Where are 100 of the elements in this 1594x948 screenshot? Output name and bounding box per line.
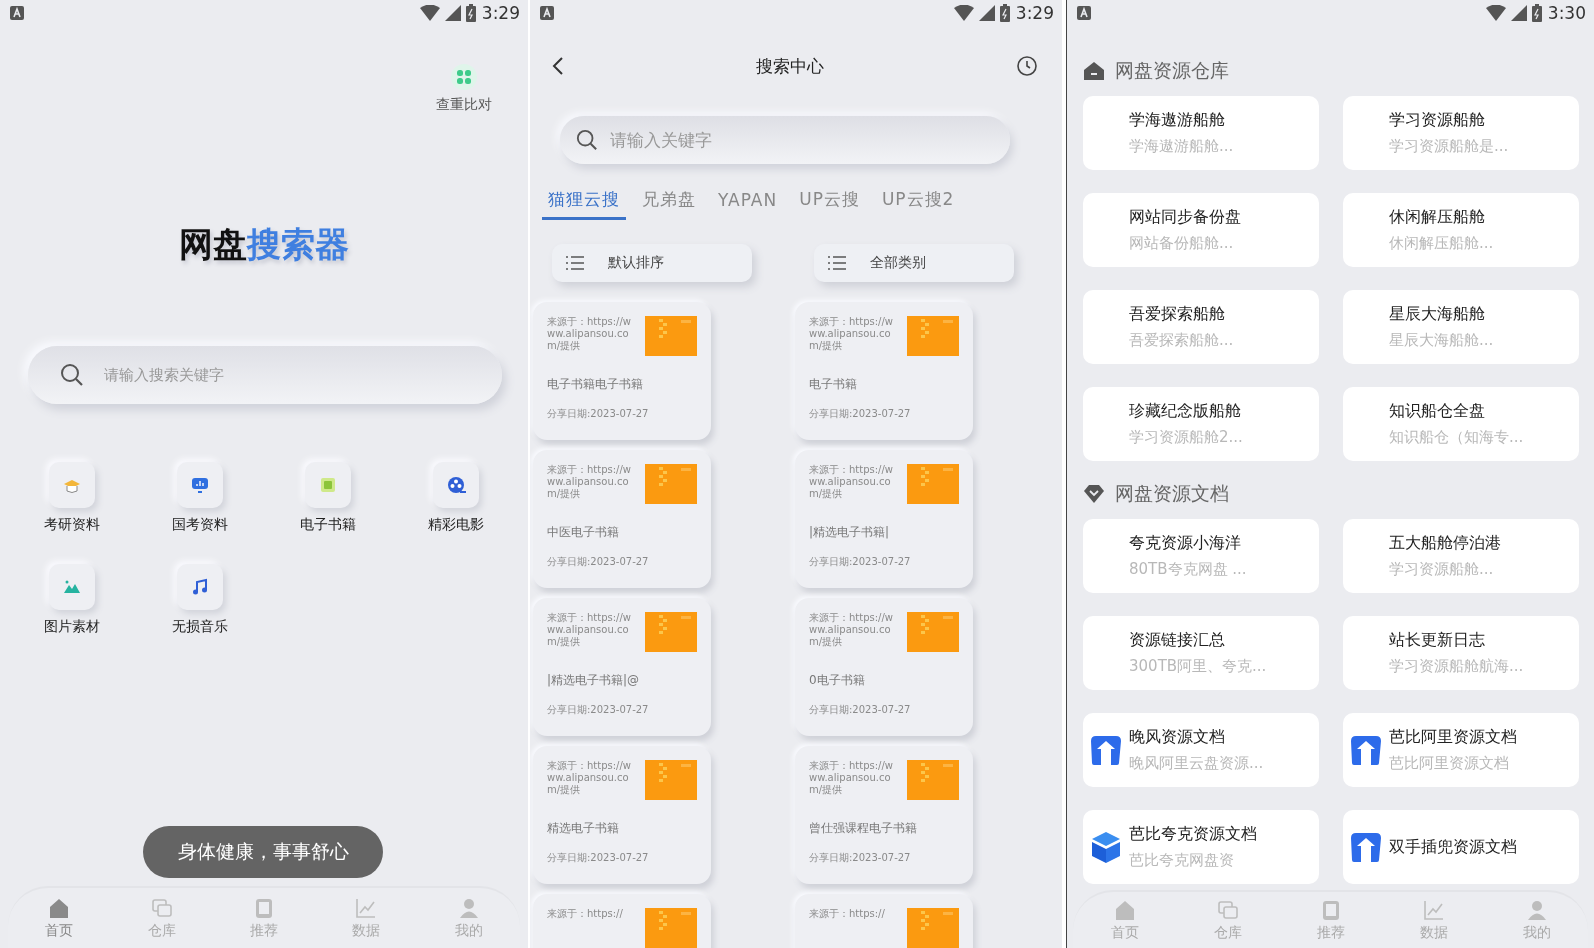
resource-card[interactable]: 晚风资源文档 晚风阿里云盘资源... — [1083, 713, 1319, 787]
section-title: 网盘资源文档 — [1115, 481, 1229, 506]
category-shortcut[interactable]: 考研资料 — [8, 462, 136, 534]
resource-card[interactable]: 芭比阿里资源文档 芭比阿里资源文档 — [1343, 713, 1579, 787]
search-field[interactable]: 请输入关键字 — [560, 116, 1010, 164]
filter-dropdown[interactable]: 全部类别 — [814, 244, 1014, 282]
clock-time: 3:30 — [1547, 3, 1586, 23]
category-shortcut[interactable]: 精彩电影 — [392, 462, 520, 534]
wifi-icon — [1485, 5, 1506, 21]
card-title: 珍藏纪念版船舱 — [1129, 401, 1242, 422]
card-subtitle: 学习资源船舱... — [1389, 560, 1495, 579]
list-icon — [566, 256, 584, 270]
share-date: 分享日期:2023-07-27 — [809, 555, 912, 569]
card-subtitle: 网站备份船舱... — [1129, 234, 1235, 253]
battery-icon — [1531, 4, 1542, 22]
category-shortcut[interactable]: 无损音乐 — [136, 564, 264, 636]
resource-card[interactable]: 学海遨游船舱 学海遨游船舱... — [1083, 96, 1319, 170]
result-card[interactable]: 来源于：https://www.alipansou.com/提供 精选电子书籍 分享日期:2023-07-27 — [533, 746, 711, 884]
source-text: 来源于：https://www.alipansou.com/提供 — [809, 316, 895, 353]
filter-dropdown[interactable]: 默认排序 — [552, 244, 752, 282]
result-title: |精选电子书籍|@ — [547, 672, 641, 689]
search-field[interactable]: 请输入搜索关键字 — [28, 346, 502, 404]
compare-shortcut[interactable]: 查重比对 — [436, 64, 492, 114]
resource-card[interactable]: 芭比夸克资源文档 芭比夸克网盘资 — [1083, 810, 1319, 884]
battery-icon — [999, 4, 1010, 22]
resource-card[interactable]: 五大船舱停泊港 学习资源船舱... — [1343, 519, 1579, 593]
card-subtitle: 80TB夸克网盘 ... — [1129, 560, 1248, 579]
card-icon — [253, 896, 275, 919]
resource-card[interactable]: 珍藏纪念版船舱 学习资源船舱2... — [1083, 387, 1319, 461]
wifi-icon — [419, 5, 440, 21]
notification-icon — [10, 6, 24, 20]
gem-icon — [1083, 483, 1105, 505]
share-date: 分享日期:2023-07-27 — [547, 407, 650, 421]
result-title: 0电子书籍 — [809, 672, 866, 689]
card-title: 芭比阿里资源文档 — [1389, 727, 1518, 748]
app-title: 网盘搜索器 — [178, 223, 350, 266]
chart-icon — [1422, 898, 1445, 921]
home-icon — [1113, 898, 1136, 921]
resource-card[interactable]: 吾爱探索船舱 吾爱探索船舱... — [1083, 290, 1319, 364]
toast-message: 身体健康，事事舒心 — [143, 826, 383, 878]
share-date: 分享日期:2023-07-27 — [547, 851, 650, 865]
result-card[interactable]: 来源于：https://www.alipansou.com/提供 0电子书籍 分享日期:2023-07-27 — [795, 598, 973, 736]
source-text: 来源于：https://www.alipansou.com/提供 — [547, 464, 633, 501]
share-date: 分享日期:2023-07-27 — [547, 555, 650, 569]
card-title: 资源链接汇总 — [1129, 630, 1226, 651]
battery-icon — [465, 4, 476, 22]
card-title: 晚风资源文档 — [1129, 727, 1226, 748]
card-title: 五大船舱停泊港 — [1389, 533, 1502, 554]
resource-card[interactable]: 学习资源船舱 学习资源船舱是... — [1343, 96, 1579, 170]
share-date: 分享日期:2023-07-27 — [809, 407, 912, 421]
category-shortcut[interactable]: 图片素材 — [8, 564, 136, 636]
section-title: 网盘资源仓库 — [1115, 58, 1229, 83]
history-button[interactable] — [1014, 53, 1040, 79]
card-subtitle: 晚风阿里云盘资源... — [1129, 754, 1265, 773]
resource-card[interactable]: 双手插兜资源文档 — [1343, 810, 1579, 884]
film-reel-icon — [445, 474, 467, 496]
card-title: 网站同步备份盘 — [1129, 207, 1242, 228]
signal-icon — [444, 5, 461, 21]
card-subtitle: 学习资源船舱是... — [1389, 137, 1510, 156]
card-subtitle: 芭比阿里资源文档 — [1389, 754, 1510, 773]
house-icon — [1083, 60, 1105, 82]
category-shortcut[interactable]: 电子书籍 — [264, 462, 392, 534]
clock-time: 3:29 — [1015, 3, 1054, 23]
card-title: 学海遨游船舱 — [1129, 110, 1226, 131]
category-shortcut[interactable]: 国考资料 — [136, 462, 264, 534]
result-title: 电子书籍电子书籍 — [547, 376, 644, 393]
wifi-icon — [953, 5, 974, 21]
source-tab[interactable]: 猫狸云搜 — [542, 184, 626, 220]
share-date: 分享日期:2023-07-27 — [809, 851, 912, 865]
signal-icon — [1510, 5, 1527, 21]
notification-icon — [540, 6, 554, 20]
resource-card[interactable]: 站长更新日志 学习资源船舱航海... — [1343, 616, 1579, 690]
result-card[interactable]: 来源于：https://www.alipansou.com/提供 曾仕强课程电子书籍 分享日期:2023-07-27 — [795, 746, 973, 884]
result-card[interactable]: 来源于：https://www.alipansou.com/提供 电子书籍电子书籍 分享日期:2023-07-27 — [533, 302, 711, 440]
result-card[interactable]: 来源于：https://www.alipansou.com/提供 |精选电子书籍| 分享日期:2023-07-27 — [795, 450, 973, 588]
card-subtitle: 300TB阿里、夸克... — [1129, 657, 1268, 676]
result-title: |精选电子书籍| — [809, 524, 891, 541]
resource-card[interactable]: 休闲解压船舱 休闲解压船舱... — [1343, 193, 1579, 267]
result-card[interactable]: 来源于：https://www.alipansou.com/提供 电子书籍 分享日期:2023-07-27 — [795, 302, 973, 440]
card-subtitle: 知识船仓（知海专... — [1389, 428, 1525, 447]
source-text: 来源于：https://www.alipansou.com/提供 — [809, 612, 895, 649]
share-date: 分享日期:2023-07-27 — [809, 703, 912, 717]
result-card[interactable]: 来源于：https://www.alipansou.com/提供 中医电子书籍 分享日期:2023-07-27 — [533, 450, 711, 588]
card-title: 芭比夸克资源文档 — [1129, 824, 1258, 845]
card-title: 学习资源船舱 — [1389, 110, 1486, 131]
resource-card[interactable]: 知识船仓全盘 知识船仓（知海专... — [1343, 387, 1579, 461]
result-title: 电子书籍 — [809, 376, 858, 393]
card-title: 站长更新日志 — [1389, 630, 1486, 651]
result-card[interactable]: 来源于：https://www.alipansou.com/提供 |精选电子书籍|@ 分享日期:2023-07-27 — [533, 598, 711, 736]
screen-title: 搜索中心 — [755, 54, 825, 78]
resource-card[interactable]: 网站同步备份盘 网站备份船舱... — [1083, 193, 1319, 267]
clover-icon — [451, 64, 477, 90]
card-subtitle: 星辰大海船舱... — [1389, 331, 1495, 350]
resource-card[interactable]: 资源链接汇总 300TB阿里、夸克... — [1083, 616, 1319, 690]
resource-card[interactable]: 夸克资源小海洋 80TB夸克网盘 ... — [1083, 519, 1319, 593]
home-icon — [48, 896, 71, 919]
resource-card[interactable]: 星辰大海船舱 星辰大海船舱... — [1343, 290, 1579, 364]
person-icon — [1525, 898, 1548, 921]
stacked-windows-icon — [1216, 898, 1239, 921]
card-title: 夸克资源小海洋 — [1129, 533, 1242, 554]
